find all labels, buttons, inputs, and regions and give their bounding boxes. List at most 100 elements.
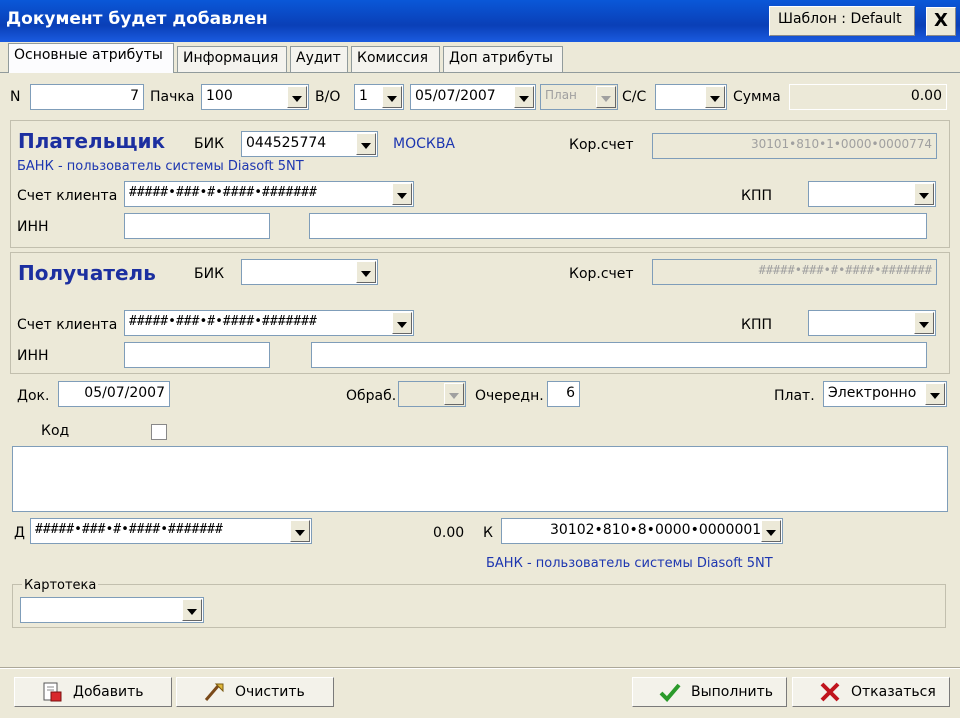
plan-value: План bbox=[545, 88, 577, 102]
credit-label: К bbox=[483, 525, 493, 541]
obrab-select bbox=[398, 381, 466, 407]
date-value: 05/07/2007 bbox=[415, 88, 496, 104]
credit-bank-name: БАНК - пользователь системы Diasoft 5NT bbox=[486, 556, 773, 571]
receiver-bik-label: БИК bbox=[194, 266, 225, 282]
code-label: Код bbox=[41, 423, 70, 439]
tab-commission[interactable]: Комиссия bbox=[351, 46, 440, 72]
chevron-down-icon[interactable] bbox=[705, 86, 725, 108]
chevron-down-icon[interactable] bbox=[382, 86, 402, 108]
chevron-down-icon[interactable] bbox=[392, 183, 412, 205]
payer-kor-label: Кор.счет bbox=[569, 137, 634, 153]
payer-kpp-label: КПП bbox=[741, 188, 772, 204]
vo-label: В/О bbox=[315, 89, 341, 105]
plat-select[interactable]: Электронно bbox=[823, 381, 947, 407]
credit-account-select[interactable]: 30102•810•8•0000•0000001 bbox=[501, 518, 783, 544]
receiver-kor-field: #####•###•#•####•####### bbox=[652, 259, 937, 285]
vo-value: 1 bbox=[359, 88, 368, 104]
pack-value: 100 bbox=[206, 88, 233, 104]
payer-account-label: Счет клиента bbox=[17, 188, 118, 204]
debit-account-select[interactable]: #####•###•#•####•####### bbox=[30, 518, 312, 544]
plan-select: План bbox=[540, 84, 618, 110]
tab-extra-attributes[interactable]: Доп атрибуты bbox=[443, 46, 563, 72]
chevron-down-icon[interactable] bbox=[514, 86, 534, 108]
pack-select[interactable]: 100 bbox=[201, 84, 309, 110]
close-x-icon bbox=[820, 682, 840, 702]
template-label: Шаблон : Default bbox=[778, 11, 902, 27]
debit-label: Д bbox=[14, 525, 25, 541]
date-select[interactable]: 05/07/2007 bbox=[410, 84, 536, 110]
eraser-brush-icon bbox=[204, 683, 224, 701]
payer-bank-name: БАНК - пользователь системы Diasoft 5NT bbox=[17, 159, 304, 174]
chevron-down-icon[interactable] bbox=[356, 133, 376, 155]
receiver-account-label: Счет клиента bbox=[17, 317, 118, 333]
chevron-down-icon[interactable] bbox=[182, 599, 202, 621]
footer-divider-highlight bbox=[0, 668, 960, 669]
receiver-kpp-select[interactable] bbox=[808, 310, 936, 336]
chevron-down-icon[interactable] bbox=[287, 86, 307, 108]
chevron-down-icon[interactable] bbox=[914, 183, 934, 205]
payer-inn-field[interactable] bbox=[124, 213, 270, 239]
payer-bik-value: 044525774 bbox=[246, 135, 327, 151]
payer-city: МОСКВА bbox=[393, 136, 455, 152]
purpose-textarea[interactable] bbox=[12, 446, 948, 512]
sum-label: Сумма bbox=[733, 89, 781, 105]
credit-account-value: 30102•810•8•0000•0000001 bbox=[550, 522, 762, 538]
plat-label: Плат. bbox=[774, 388, 815, 404]
receiver-name-field[interactable] bbox=[311, 342, 927, 368]
sum-field: 0.00 bbox=[789, 84, 947, 110]
chevron-down-icon[interactable] bbox=[290, 520, 310, 542]
tab-audit[interactable]: Аудит bbox=[290, 46, 348, 72]
cs-label: С/С bbox=[622, 89, 647, 105]
payer-bik-label: БИК bbox=[194, 136, 225, 152]
payer-account-select[interactable]: #####•###•#•####•####### bbox=[124, 181, 414, 207]
obrab-label: Обраб. bbox=[346, 388, 397, 404]
queue-field[interactable]: 6 bbox=[547, 381, 580, 407]
add-button[interactable]: Добавить bbox=[14, 677, 172, 707]
cancel-button-label: Отказаться bbox=[851, 684, 936, 700]
pack-label: Пачка bbox=[150, 89, 195, 105]
payer-bik-select[interactable]: 044525774 bbox=[241, 131, 378, 157]
chevron-down-icon[interactable] bbox=[392, 312, 412, 334]
window-title: Документ будет добавлен bbox=[6, 9, 268, 29]
kartoteka-label: Картотека bbox=[22, 578, 99, 593]
payer-inn-label: ИНН bbox=[17, 219, 49, 235]
payer-title: Плательщик bbox=[18, 129, 166, 153]
execute-button[interactable]: Выполнить bbox=[632, 677, 787, 707]
chevron-down-icon bbox=[444, 383, 464, 405]
clear-button[interactable]: Очистить bbox=[176, 677, 334, 707]
plat-value: Электронно bbox=[828, 385, 917, 401]
doc-date-field[interactable]: 05/07/2007 bbox=[58, 381, 170, 407]
template-button[interactable]: Шаблон : Default bbox=[769, 6, 915, 36]
chevron-down-icon[interactable] bbox=[761, 520, 781, 542]
receiver-kpp-label: КПП bbox=[741, 317, 772, 333]
chevron-down-icon bbox=[596, 86, 616, 108]
receiver-account-select[interactable]: #####•###•#•####•####### bbox=[124, 310, 414, 336]
check-icon bbox=[659, 683, 681, 702]
kartoteka-select[interactable] bbox=[20, 597, 204, 623]
receiver-inn-label: ИНН bbox=[17, 348, 49, 364]
clear-button-label: Очистить bbox=[235, 684, 305, 700]
tab-information[interactable]: Информация bbox=[177, 46, 287, 72]
vo-select[interactable]: 1 bbox=[354, 84, 404, 110]
payer-account-value: #####•###•#•####•####### bbox=[129, 185, 317, 200]
n-label: N bbox=[10, 89, 21, 105]
debit-account-value: #####•###•#•####•####### bbox=[35, 522, 223, 537]
posting-amount: 0.00 bbox=[433, 525, 465, 541]
cs-select[interactable] bbox=[655, 84, 727, 110]
n-field[interactable]: 7 bbox=[30, 84, 144, 110]
payer-kor-field: 30101•810•1•0000•0000774 bbox=[652, 133, 937, 159]
chevron-down-icon[interactable] bbox=[914, 312, 934, 334]
execute-button-label: Выполнить bbox=[691, 684, 773, 700]
chevron-down-icon[interactable] bbox=[356, 261, 376, 283]
doc-label: Док. bbox=[17, 388, 50, 404]
close-button[interactable]: X bbox=[926, 7, 956, 36]
add-button-label: Добавить bbox=[73, 684, 144, 700]
payer-kpp-select[interactable] bbox=[808, 181, 936, 207]
code-checkbox[interactable] bbox=[151, 424, 167, 440]
tab-main-attributes[interactable]: Основные атрибуты bbox=[8, 43, 174, 73]
receiver-bik-select[interactable] bbox=[241, 259, 378, 285]
payer-name-field[interactable] bbox=[309, 213, 927, 239]
chevron-down-icon[interactable] bbox=[925, 383, 945, 405]
receiver-inn-field[interactable] bbox=[124, 342, 270, 368]
cancel-button[interactable]: Отказаться bbox=[792, 677, 950, 707]
